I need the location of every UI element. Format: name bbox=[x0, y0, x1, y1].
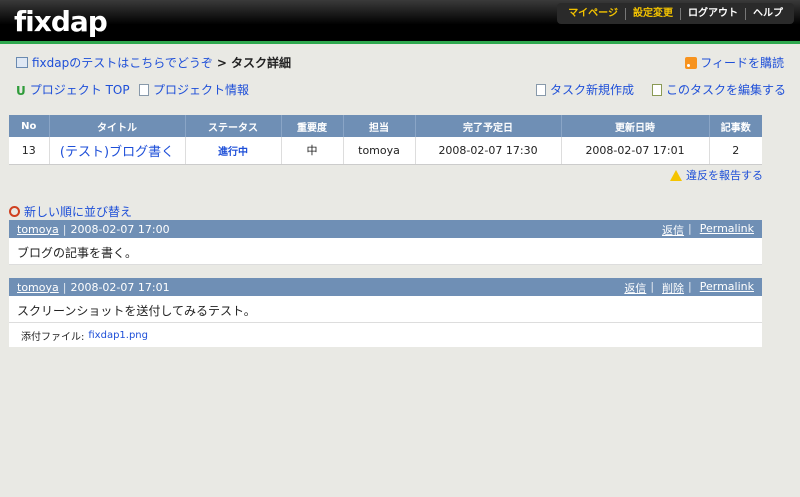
task-title-link[interactable]: (テスト)ブログ書く bbox=[60, 145, 174, 160]
status-link[interactable]: 進行中 bbox=[218, 147, 248, 158]
divider: | bbox=[62, 280, 67, 294]
cell-assignee: tomoya bbox=[343, 137, 416, 165]
reply-link[interactable]: 返信 bbox=[624, 280, 646, 296]
cell-status: 進行中 bbox=[185, 137, 282, 165]
rss-icon bbox=[685, 56, 698, 69]
edit-task-link[interactable]: このタスクを編集する bbox=[652, 81, 786, 98]
document-icon bbox=[139, 83, 149, 96]
warning-icon bbox=[670, 169, 682, 181]
breadcrumb-bar: fixdapのテストはこちらでどうぞ > タスク詳細 フィードを購読 bbox=[0, 50, 800, 72]
cell-no: 13 bbox=[9, 137, 50, 165]
table-row: 13 (テスト)ブログ書く 進行中 中 tomoya 2008-02-07 17… bbox=[9, 137, 762, 165]
comment-date: 2008-02-07 17:00 bbox=[70, 222, 170, 236]
task-table: No タイトル ステータス 重要度 担当 完了予定日 更新日時 記事数 13 (… bbox=[9, 115, 762, 165]
breadcrumb: fixdapのテストはこちらでどうぞ > タスク詳細 bbox=[16, 54, 291, 71]
comment-body: ブログの記事を書く。 bbox=[9, 238, 762, 265]
project-icon bbox=[16, 57, 28, 68]
nav-logout[interactable]: ログアウト bbox=[680, 7, 745, 20]
comment-body: スクリーンショットを送付してみるテスト。 bbox=[9, 296, 762, 323]
cell-due: 2008-02-07 17:30 bbox=[415, 137, 562, 165]
report-violation[interactable]: 違反を報告する bbox=[670, 167, 763, 183]
nav-mypage[interactable]: マイページ bbox=[561, 8, 625, 20]
edit-icon bbox=[652, 83, 662, 96]
project-top-icon: U bbox=[16, 83, 26, 98]
app-header: fixdap マイページ 設定変更 ログアウト ヘルプ bbox=[0, 0, 800, 44]
cell-title: (テスト)ブログ書く bbox=[49, 137, 186, 165]
cell-count: 2 bbox=[709, 137, 762, 165]
comment-header: tomoya | 2008-02-07 17:00 返信 | Permalink bbox=[9, 220, 762, 238]
col-count: 記事数 bbox=[709, 115, 762, 137]
attachment-label: 添付ファイル: bbox=[21, 331, 85, 343]
page-title: タスク詳細 bbox=[230, 56, 291, 70]
cell-updated: 2008-02-07 17:01 bbox=[561, 137, 710, 165]
new-document-icon bbox=[536, 83, 546, 96]
comment-links: 返信 | Permalink bbox=[658, 222, 754, 238]
action-bar: U プロジェクト TOP プロジェクト情報 タスク新規作成 このタスクを編集する bbox=[0, 81, 800, 98]
comment-user-link[interactable]: tomoya bbox=[17, 223, 59, 236]
permalink-link[interactable]: Permalink bbox=[700, 222, 754, 238]
sort-icon bbox=[9, 206, 20, 217]
project-top-link[interactable]: U プロジェクト TOP bbox=[16, 81, 130, 98]
comment-user-link[interactable]: tomoya bbox=[17, 281, 59, 294]
project-info-label: プロジェクト情報 bbox=[153, 83, 250, 97]
project-top-label: プロジェクト TOP bbox=[29, 83, 130, 97]
attachment-row: 添付ファイル: fixdap1.png bbox=[9, 323, 762, 347]
col-priority: 重要度 bbox=[281, 115, 344, 137]
reply-link[interactable]: 返信 bbox=[662, 222, 684, 238]
permalink-link[interactable]: Permalink bbox=[700, 280, 754, 296]
breadcrumb-project-link[interactable]: fixdapのテストはこちらでどうぞ bbox=[32, 54, 213, 71]
cell-priority: 中 bbox=[281, 137, 344, 165]
comment-date: 2008-02-07 17:01 bbox=[70, 280, 170, 294]
divider: | bbox=[688, 280, 692, 293]
delete-link[interactable]: 削除 bbox=[662, 280, 684, 296]
col-due: 完了予定日 bbox=[415, 115, 562, 137]
col-updated: 更新日時 bbox=[561, 115, 710, 137]
divider: | bbox=[650, 280, 655, 293]
sort-newest-link[interactable]: 新しい順に並び替え bbox=[9, 203, 132, 220]
sort-label: 新しい順に並び替え bbox=[24, 205, 133, 219]
col-status: ステータス bbox=[185, 115, 282, 137]
comment-header: tomoya | 2008-02-07 17:01 返信 | 削除 | Perm… bbox=[9, 278, 762, 296]
comment-2: tomoya | 2008-02-07 17:01 返信 | 削除 | Perm… bbox=[9, 278, 762, 347]
new-task-link[interactable]: タスク新規作成 bbox=[536, 81, 634, 98]
divider: | bbox=[688, 222, 692, 235]
new-task-label: タスク新規作成 bbox=[550, 83, 635, 97]
divider: | bbox=[62, 222, 67, 236]
col-no: No bbox=[9, 115, 50, 137]
feed-subscribe[interactable]: フィードを購読 bbox=[685, 54, 784, 71]
breadcrumb-separator: > bbox=[216, 55, 227, 70]
table-header-row: No タイトル ステータス 重要度 担当 完了予定日 更新日時 記事数 bbox=[9, 115, 762, 137]
comment-1: tomoya | 2008-02-07 17:00 返信 | Permalink… bbox=[9, 220, 762, 265]
report-label: 違反を報告する bbox=[686, 169, 763, 182]
logo[interactable]: fixdap bbox=[14, 5, 108, 38]
feed-subscribe-link[interactable]: フィードを購読 bbox=[700, 54, 784, 71]
comment-links: 返信 | 削除 | Permalink bbox=[620, 280, 754, 296]
edit-task-label: このタスクを編集する bbox=[666, 83, 787, 97]
project-info-link[interactable]: プロジェクト情報 bbox=[139, 81, 249, 98]
attachment-file-link[interactable]: fixdap1.png bbox=[88, 330, 148, 341]
top-nav: マイページ 設定変更 ログアウト ヘルプ bbox=[557, 3, 794, 24]
col-assignee: 担当 bbox=[343, 115, 416, 137]
nav-help[interactable]: ヘルプ bbox=[745, 7, 790, 20]
col-title: タイトル bbox=[49, 115, 186, 137]
nav-settings[interactable]: 設定変更 bbox=[625, 7, 680, 20]
